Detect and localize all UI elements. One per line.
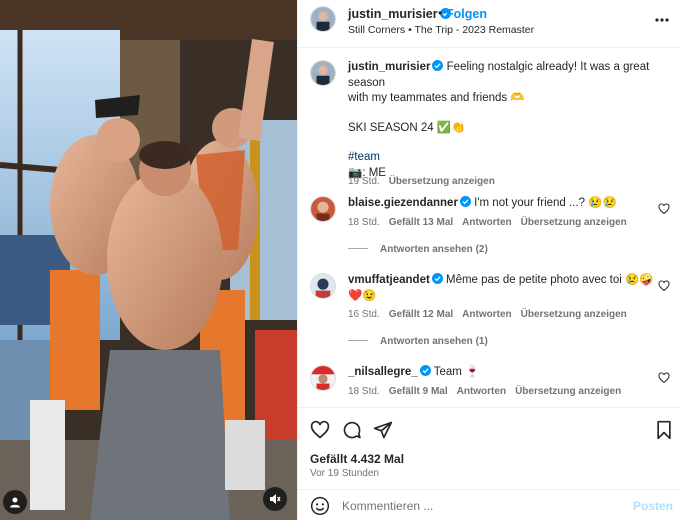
comment-translate-button[interactable]: Übersetzung anzeigen — [521, 217, 627, 228]
music-info-link[interactable]: Still Corners • The Trip - 2023 Remaster — [348, 24, 534, 36]
post-header: justin_murisier • Folgen Still Corners •… — [298, 0, 680, 48]
comment-body: _nilsallegre_ Team 🍷 — [348, 365, 658, 381]
comment-item: _nilsallegre_ Team 🍷 18 Std. Gefällt 9 Ma… — [310, 365, 670, 405]
header-separator: • — [438, 6, 443, 20]
commenter-username[interactable]: vmuffatjeandet — [348, 274, 430, 286]
view-replies-button[interactable]: Antworten ansehen (1) — [348, 336, 488, 347]
comment-like-heart-icon[interactable] — [658, 203, 670, 215]
comment-reply-button[interactable]: Antworten — [462, 217, 511, 228]
share-icon — [373, 421, 393, 439]
comment-likes-count[interactable]: Gefällt 12 Mal — [389, 309, 453, 320]
comment-body: blaise.giezendanner I'm not your friend … — [348, 196, 658, 212]
comment-reply-button[interactable]: Antworten — [462, 309, 511, 320]
commenter-username[interactable]: _nilsallegre_ — [348, 366, 418, 378]
verified-badge-icon — [419, 365, 431, 376]
comment-item: blaise.giezendanner I'm not your friend … — [310, 196, 670, 266]
replies-divider — [348, 340, 368, 341]
caption-author-avatar[interactable] — [310, 60, 336, 86]
caption-meta: 19 Std. Übersetzung anzeigen — [348, 176, 504, 187]
comment-button[interactable] — [341, 419, 363, 441]
caption-time: 19 Std. — [348, 176, 380, 187]
comment-translate-button[interactable]: Übersetzung anzeigen — [515, 386, 621, 397]
user-tag-icon — [10, 497, 20, 508]
comment-meta: 18 Std. Gefällt 13 Mal Antworten Übersetzun… — [348, 217, 636, 228]
comment-likes-count[interactable]: Gefällt 13 Mal — [389, 217, 453, 228]
view-replies-button[interactable]: Antworten ansehen (2) — [348, 244, 488, 255]
comment-time: 18 Std. — [348, 386, 380, 397]
author-username-text[interactable]: justin_murisier — [348, 7, 438, 21]
caption-username[interactable]: justin_murisier — [348, 61, 430, 73]
comment-meta: 16 Std. Gefällt 12 Mal Antworten Übersetzun… — [348, 309, 636, 320]
comment-translate-button[interactable]: Übersetzung anzeigen — [521, 309, 627, 320]
comment-text: Même pas de petite photo avec toi 😢🤪 — [446, 274, 654, 286]
comment-text-2: ❤️😉 — [348, 289, 377, 302]
comment-input[interactable] — [342, 496, 622, 516]
view-replies-label[interactable]: Antworten ansehen (2) — [380, 244, 488, 255]
like-button[interactable] — [309, 419, 331, 441]
heart-icon — [310, 420, 330, 439]
replies-divider — [348, 248, 368, 249]
caption-text-3: SKI SEASON 24 ✅👏 — [348, 121, 466, 134]
author-username[interactable]: justin_murisier — [348, 7, 451, 21]
audio-toggle-button[interactable] — [263, 487, 287, 511]
comment-composer: Posten — [298, 489, 680, 520]
commenter-avatar[interactable] — [310, 273, 336, 299]
verified-badge-icon — [459, 196, 471, 207]
comment-time: 16 Std. — [348, 309, 380, 320]
more-options-icon — [655, 18, 669, 22]
comment-likes-count[interactable]: Gefällt 9 Mal — [389, 386, 448, 397]
post-media[interactable] — [0, 0, 297, 520]
comment-meta: 18 Std. Gefällt 9 Mal Antworten Übersetzung… — [348, 386, 630, 397]
likes-count[interactable]: Gefällt 4.432 Mal — [310, 452, 404, 466]
verified-badge-icon — [431, 273, 443, 284]
comment-item: vmuffatjeandet Même pas de petite photo … — [310, 273, 670, 353]
share-button[interactable] — [372, 419, 394, 441]
caption-translate-button[interactable]: Übersetzung anzeigen — [389, 176, 495, 187]
view-replies-label[interactable]: Antworten ansehen (1) — [380, 336, 488, 347]
party-photo — [0, 0, 297, 520]
follow-button[interactable]: Folgen — [446, 7, 487, 21]
comment-text: Team 🍷 — [433, 366, 480, 378]
post-side-panel: justin_murisier • Folgen Still Corners •… — [297, 0, 680, 520]
caption-text-2: with my teammates and friends 🫶 — [348, 92, 525, 104]
commenter-avatar[interactable] — [310, 365, 336, 391]
post-comment-button[interactable]: Posten — [633, 499, 673, 513]
post-timestamp[interactable]: Vor 19 Stunden — [310, 468, 379, 479]
post-actions-section: Gefällt 4.432 Mal Vor 19 Stunden Posten — [298, 407, 680, 520]
caption: justin_murisier Feeling nostalgic alread… — [310, 60, 670, 187]
emoji-icon[interactable] — [310, 496, 330, 516]
audio-muted-icon — [270, 494, 281, 504]
comments-list[interactable]: justin_murisier Feeling nostalgic alread… — [298, 49, 680, 407]
comment-text: I'm not your friend ...? 😢😢 — [474, 197, 617, 209]
commenter-avatar[interactable] — [310, 196, 336, 222]
more-options-button[interactable] — [651, 10, 673, 30]
comment-icon — [343, 421, 361, 439]
bookmark-icon — [657, 420, 671, 440]
caption-line-1: justin_murisier Feeling nostalgic alread… — [348, 60, 658, 91]
author-avatar[interactable] — [310, 6, 336, 32]
save-button[interactable] — [653, 419, 675, 441]
user-tag-button[interactable] — [3, 490, 27, 514]
caption-body: justin_murisier Feeling nostalgic alread… — [348, 60, 658, 181]
comment-like-heart-icon[interactable] — [658, 280, 670, 292]
comment-reply-button[interactable]: Antworten — [457, 386, 506, 397]
comment-body: vmuffatjeandet Même pas de petite photo … — [348, 273, 658, 304]
comment-time: 18 Std. — [348, 217, 380, 228]
hashtag-link[interactable]: #team — [348, 150, 658, 166]
commenter-username[interactable]: blaise.giezendanner — [348, 197, 458, 209]
comment-like-heart-icon[interactable] — [658, 372, 670, 384]
verified-badge-icon — [432, 60, 444, 71]
